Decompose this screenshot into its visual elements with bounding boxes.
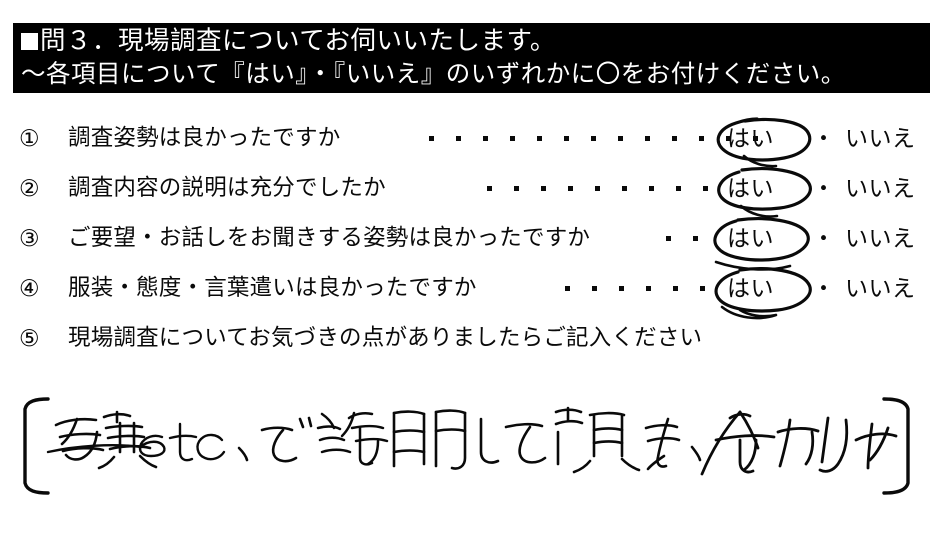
handwriting-comma-1 — [237, 446, 249, 462]
handwriting-strike — [46, 443, 144, 454]
question-text-2: 調査内容の説明は充分でしたか — [68, 175, 386, 200]
dot-leader-2 — [476, 168, 719, 208]
answer-yes-2[interactable]: はい — [727, 168, 774, 208]
question-row-2: ② 調査内容の説明は充分でしたか はい ・ いいえ — [0, 168, 947, 208]
dot-leader-1 — [418, 118, 769, 158]
question-row-5: ⑤ 現場調査についてお気づきの点がありましたらご記入ください — [0, 318, 947, 358]
question-text-5: 現場調査についてお気づきの点がありましたらご記入ください — [68, 325, 703, 350]
survey-page: 問３．現場調査についてお伺いいたします。 〜各項目について『はい』・『いいえ』の… — [0, 0, 947, 543]
handwriting-char-wakari — [700, 410, 776, 476]
dot-leader-4 — [554, 268, 716, 308]
answer-separator-1: ・ — [812, 125, 835, 151]
handwriting-char-ri — [818, 416, 849, 473]
handwriting-char-ka — [776, 418, 820, 468]
question-number-5: ⑤ — [19, 325, 40, 351]
question-row-1: ① 調査姿勢は良かったですか はい ・ いいえ — [0, 118, 947, 158]
handwriting-char-shin — [97, 410, 158, 470]
question-number-4: ④ — [19, 275, 40, 301]
answer-yes-4[interactable]: はい — [727, 268, 774, 308]
answer-yes-3[interactable]: はい — [727, 218, 774, 258]
question-number-2: ② — [19, 175, 40, 201]
handwriting-char-mei — [392, 409, 467, 470]
question-number-3: ③ — [19, 225, 40, 251]
handwriting-char-de — [260, 416, 313, 463]
answer-no-4[interactable]: いいえ — [845, 268, 916, 308]
answer-separator-3: ・ — [812, 225, 835, 251]
answer-no-2[interactable]: いいえ — [845, 168, 916, 208]
question-number-1: ① — [19, 125, 40, 151]
answer-no-1[interactable]: いいえ — [845, 118, 916, 158]
handwriting-etc — [138, 422, 226, 462]
handwriting-char-itadaki — [554, 406, 641, 474]
handwriting-char-ki — [644, 417, 681, 471]
handwriting-comma-2 — [690, 445, 702, 462]
comment-bracket-right — [882, 397, 910, 495]
answer-no-3[interactable]: いいえ — [845, 218, 916, 258]
question-text-4: 服装・態度・言葉遣いは良かったですか — [68, 275, 477, 300]
handwriting-char-ya — [854, 422, 898, 470]
question-row-4: ④ 服装・態度・言葉遣いは良かったですか はい ・ いいえ — [0, 268, 947, 308]
section-header-banner: 問３．現場調査についてお伺いいたします。 〜各項目について『はい』・『いいえ』の… — [13, 23, 930, 93]
circle-tail-4 — [720, 305, 778, 320]
answer-separator-4: ・ — [812, 275, 835, 301]
comment-bracket-left — [23, 397, 50, 495]
header-line-1: 問３．現場調査についてお伺いいたします。 — [21, 24, 930, 58]
question-text-1: 調査姿勢は良かったですか — [68, 125, 341, 150]
answer-separator-2: ・ — [812, 175, 835, 201]
handwriting-char-te — [504, 422, 547, 464]
handwriting-char-shi — [479, 417, 500, 464]
handwriting-char-setsu — [316, 411, 389, 466]
dot-leader-3 — [655, 218, 709, 258]
black-square-icon — [21, 33, 38, 50]
question-row-3: ③ ご要望・お話しをお聞きする姿勢は良かったですか はい ・ いいえ — [0, 218, 947, 258]
header-line-2: 〜各項目について『はい』・『いいえ』のいずれかに〇をお付けください。 — [21, 61, 846, 88]
answer-yes-1[interactable]: はい — [727, 118, 774, 158]
question-text-3: ご要望・お話しをお聞きする姿勢は良かったですか — [68, 225, 591, 250]
header-line-1-text: 問３．現場調査についてお伺いいたします。 — [40, 27, 556, 55]
handwriting-char-shashin — [54, 417, 105, 461]
